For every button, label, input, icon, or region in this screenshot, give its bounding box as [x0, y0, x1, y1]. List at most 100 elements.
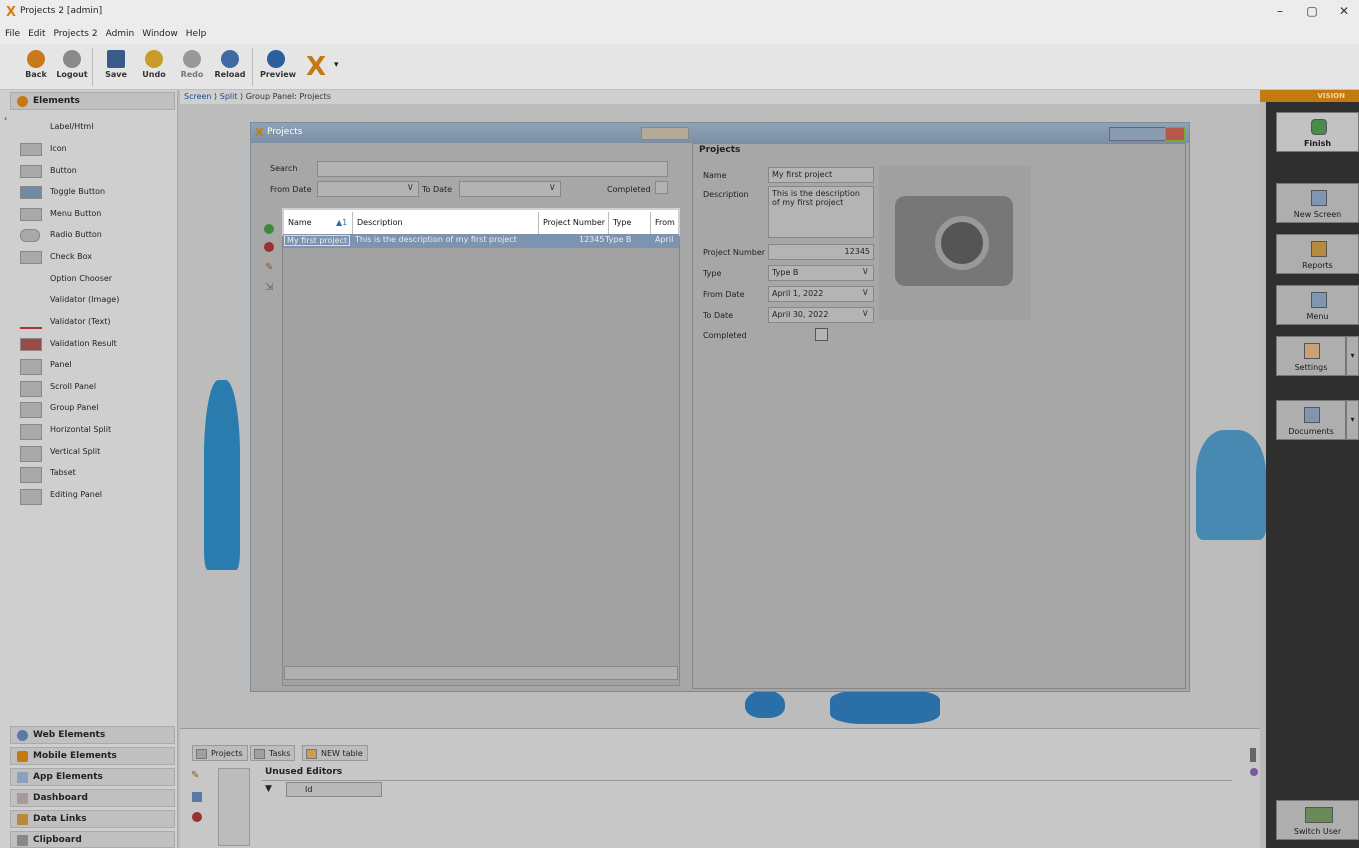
menu-projects2[interactable]: Projects 2 [49, 26, 101, 39]
delete-icon[interactable] [192, 812, 202, 822]
palette-item-panel[interactable]: Panel [20, 356, 170, 377]
breadcrumb-screen[interactable]: Screen [184, 92, 212, 101]
palette-item-label[interactable]: Label/Html [20, 118, 170, 139]
logout-button[interactable]: Logout [56, 50, 88, 86]
description-field[interactable]: This is the description of my first proj… [768, 186, 874, 238]
documents-button[interactable]: Documents [1276, 400, 1346, 440]
collapse-left-icon[interactable]: ‹ [4, 114, 7, 123]
palette-item-horizontal-split[interactable]: Horizontal Split [20, 421, 170, 442]
close-icon[interactable] [1165, 127, 1185, 141]
edit-icon[interactable]: ✎ [265, 262, 273, 273]
column-header-description[interactable]: Description [357, 218, 403, 227]
palette-item-scroll-panel[interactable]: Scroll Panel [20, 378, 170, 399]
menu-window[interactable]: Window [137, 26, 181, 39]
palette-item-editing-panel[interactable]: Editing Panel [20, 486, 170, 507]
filter-icon[interactable]: ▼ [265, 784, 272, 794]
menu-edit[interactable]: Edit [23, 26, 48, 39]
cell-description[interactable]: This is the description of my first proj… [355, 235, 517, 244]
cell-type[interactable]: Type B [605, 235, 631, 244]
from-date-dropdown[interactable]: April 1, 2022 ∨ [768, 286, 874, 302]
from-date-dropdown[interactable]: ∨ [317, 181, 419, 197]
back-button[interactable]: Back [20, 50, 52, 86]
palette-item-radio-button[interactable]: Radio Button [20, 226, 170, 247]
settings-dropdown[interactable]: ▾ [1346, 336, 1359, 376]
column-header-name[interactable]: Name [288, 218, 312, 227]
preview-button[interactable]: Preview [260, 50, 296, 86]
table-row[interactable]: My first project This is the description… [283, 234, 679, 248]
restore-button[interactable]: ▢ [1300, 4, 1324, 22]
palette-header-dashboard[interactable]: Dashboard [10, 789, 175, 807]
tab-projects[interactable]: Projects [192, 745, 248, 761]
import-icon[interactable]: ⇲ [265, 282, 273, 293]
palette-item-button[interactable]: Button [20, 162, 170, 183]
add-icon[interactable] [264, 224, 274, 234]
search-input[interactable] [317, 161, 668, 177]
palette-header-data-links[interactable]: Data Links [10, 810, 175, 828]
column-header-from[interactable]: From [655, 218, 675, 227]
camera-lens-icon [935, 216, 989, 270]
cell-from[interactable]: April [655, 235, 673, 244]
completed-checkbox[interactable] [655, 181, 668, 194]
projects-grid[interactable] [282, 208, 680, 686]
project-image[interactable] [879, 166, 1031, 320]
palette-item-validator-image[interactable]: Validator (Image) [20, 291, 170, 312]
edit-icon[interactable]: ✎ [191, 770, 199, 781]
documents-icon [1304, 407, 1320, 423]
xojo-menu-icon[interactable]: X [306, 52, 330, 82]
column-header-project-number[interactable]: Project Number [543, 218, 605, 227]
delete-icon[interactable] [264, 242, 274, 252]
close-button[interactable]: ✕ [1332, 4, 1356, 22]
save-button[interactable]: Save [100, 50, 132, 86]
projects-window-title: Projects [267, 127, 303, 137]
palette-header-web-elements[interactable]: Web Elements [10, 726, 175, 744]
tab-tasks[interactable]: Tasks [250, 745, 296, 761]
id-field-editor[interactable]: Id [286, 782, 382, 797]
project-number-field[interactable]: 12345 [768, 244, 874, 260]
type-dropdown[interactable]: Type B ∨ [768, 265, 874, 281]
palette-item-menu-button[interactable]: Menu Button [20, 205, 170, 226]
palette-header-app-elements[interactable]: App Elements [10, 768, 175, 786]
chevron-down-icon[interactable]: ▾ [334, 60, 339, 70]
to-date-dropdown[interactable]: ∨ [459, 181, 561, 197]
table-icon[interactable] [192, 792, 202, 802]
palette-item-toggle-button[interactable]: Toggle Button [20, 183, 170, 204]
undo-button[interactable]: Undo [138, 50, 170, 86]
new-screen-button[interactable]: New Screen [1276, 183, 1359, 223]
minimize-button[interactable]: – [1268, 4, 1292, 22]
menu-help[interactable]: Help [181, 26, 210, 39]
horizontal-scrollbar[interactable] [284, 666, 678, 680]
palette-item-group-panel[interactable]: Group Panel [20, 399, 170, 420]
completed-checkbox[interactable] [815, 328, 828, 341]
cell-project-number[interactable]: 12345 [579, 235, 604, 244]
redo-button[interactable]: Redo [176, 50, 208, 86]
palette-header-elements[interactable]: Elements [10, 92, 175, 110]
cell-name[interactable]: My first project [284, 235, 351, 246]
window-tools-icon[interactable] [641, 127, 689, 140]
settings-button[interactable]: Settings [1276, 336, 1346, 376]
reload-button[interactable]: Reload [214, 50, 246, 86]
palette-item-icon[interactable]: Icon [20, 140, 170, 161]
palette-item-tabset[interactable]: Tabset [20, 464, 170, 485]
palette-item-check-box[interactable]: Check Box [20, 248, 170, 269]
tab-new-table[interactable]: NEW table [302, 745, 368, 761]
documents-dropdown[interactable]: ▾ [1346, 400, 1359, 440]
palette-item-validator-text[interactable]: Validator (Text) [20, 313, 170, 334]
name-field[interactable]: My first project [768, 167, 874, 183]
palette-item-option-chooser[interactable]: Option Chooser [20, 270, 170, 291]
palette-item-validation-result[interactable]: Validation Result [20, 335, 170, 356]
panel-grip-icon[interactable] [1250, 748, 1256, 762]
switch-user-button[interactable]: Switch User [1276, 800, 1359, 840]
palette-header-mobile-elements[interactable]: Mobile Elements [10, 747, 175, 765]
finish-button[interactable]: Finish [1276, 112, 1359, 152]
menu-admin[interactable]: Admin [101, 26, 138, 39]
palette-item-vertical-split[interactable]: Vertical Split [20, 443, 170, 464]
menu-file[interactable]: File [0, 26, 23, 39]
finish-icon [1311, 119, 1327, 135]
column-header-type[interactable]: Type [613, 218, 631, 227]
reports-button[interactable]: Reports [1276, 234, 1359, 274]
to-date-dropdown[interactable]: April 30, 2022 ∨ [768, 307, 874, 323]
validation-result-icon [20, 338, 42, 351]
breadcrumb-split[interactable]: Split [220, 92, 238, 101]
menu-button[interactable]: Menu [1276, 285, 1359, 325]
palette-header-clipboard[interactable]: Clipboard [10, 831, 175, 848]
